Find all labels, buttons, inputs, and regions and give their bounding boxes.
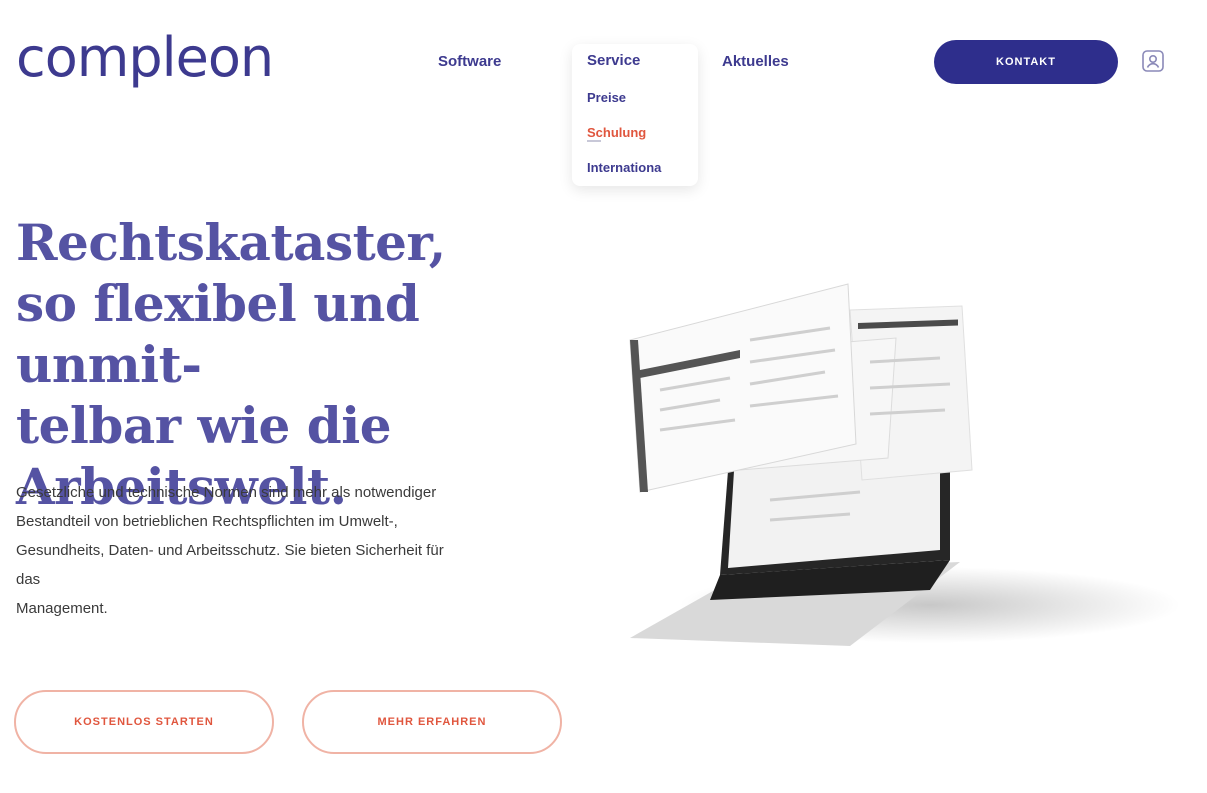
dropdown-item-schulung[interactable]: Schulung: [587, 125, 646, 140]
start-free-button[interactable]: KOSTENLOS STARTEN: [14, 690, 274, 754]
nav-software[interactable]: Software: [438, 52, 501, 72]
headline-line: Rechtskataster,: [16, 213, 446, 272]
user-button[interactable]: [1140, 48, 1166, 74]
intro-line: Gesetzliche und technische Normen sind m…: [16, 484, 437, 501]
intro-line: Gesundheits, Daten- und Arbeitsschutz. S…: [16, 542, 444, 559]
compleon-logo[interactable]: compleon: [16, 28, 274, 88]
nav-aktuelles[interactable]: Aktuelles: [722, 52, 789, 72]
contact-button[interactable]: KONTAKT: [934, 40, 1118, 84]
intro-line: Management.: [16, 600, 108, 617]
hero-intro: Gesetzliche und technische Normen sind m…: [16, 478, 546, 623]
intro-line: Bestandteil von betrieblichen Rechtspfli…: [16, 513, 398, 530]
headline-line: telbar wie die: [16, 396, 392, 455]
dropdown-item-preise[interactable]: Preise: [587, 90, 626, 105]
dropdown-subline: [587, 140, 601, 142]
hero-headline: Rechtskataster, so flexibel und unmit- t…: [16, 212, 576, 517]
dropdown-item-international[interactable]: Internationa: [587, 160, 661, 175]
learn-more-button[interactable]: MEHR ERFAHREN: [302, 690, 562, 754]
laptop-screens-illustration: [629, 283, 1180, 646]
nav-service[interactable]: Service: [587, 52, 640, 69]
headline-line: so flexibel und unmit-: [16, 274, 420, 394]
user-icon: [1142, 50, 1164, 72]
service-dropdown: Service Preise Schulung Internationa: [572, 44, 698, 186]
intro-line: das: [16, 571, 41, 588]
